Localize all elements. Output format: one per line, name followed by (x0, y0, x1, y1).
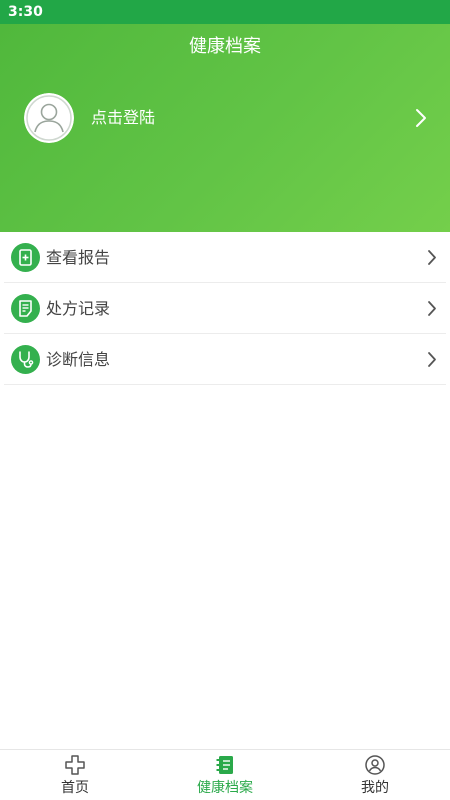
tab-label: 首页 (61, 780, 89, 796)
app-screen: 3:30 健康档案 点击登陆 查看报告 处方记录 诊断信息 首页 健康档案 我的 (0, 0, 450, 800)
chevron-right-icon (414, 107, 428, 129)
health-record-icon (214, 754, 236, 776)
tab-label: 我的 (361, 780, 389, 796)
tab-mine[interactable]: 我的 (300, 750, 450, 800)
tab-home[interactable]: 首页 (0, 750, 150, 800)
profile-header: 健康档案 点击登陆 (0, 24, 450, 232)
page-title: 健康档案 (189, 36, 261, 57)
menu-item-prescription[interactable]: 处方记录 (0, 283, 450, 334)
prescription-icon (11, 294, 40, 323)
bottom-tab-bar: 首页 健康档案 我的 (0, 749, 450, 800)
menu-item-label: 查看报告 (46, 248, 111, 267)
tab-health-record[interactable]: 健康档案 (150, 750, 300, 800)
chevron-right-icon (427, 249, 437, 266)
user-icon (364, 754, 386, 776)
health-menu: 查看报告 处方记录 诊断信息 (0, 232, 450, 385)
login-label: 点击登陆 (91, 108, 156, 127)
stethoscope-icon (11, 345, 40, 374)
chevron-right-icon (427, 351, 437, 368)
avatar-icon (24, 93, 74, 143)
menu-item-diagnosis[interactable]: 诊断信息 (0, 334, 450, 385)
report-icon (11, 243, 40, 272)
status-bar: 3:30 (0, 0, 450, 24)
chevron-right-icon (427, 300, 437, 317)
menu-item-label: 处方记录 (46, 299, 111, 318)
login-row[interactable]: 点击登陆 (0, 92, 450, 144)
tab-label: 健康档案 (197, 780, 253, 796)
status-time: 3:30 (8, 4, 43, 20)
menu-item-report[interactable]: 查看报告 (0, 232, 450, 283)
menu-item-label: 诊断信息 (46, 350, 111, 369)
home-cross-icon (64, 754, 86, 776)
